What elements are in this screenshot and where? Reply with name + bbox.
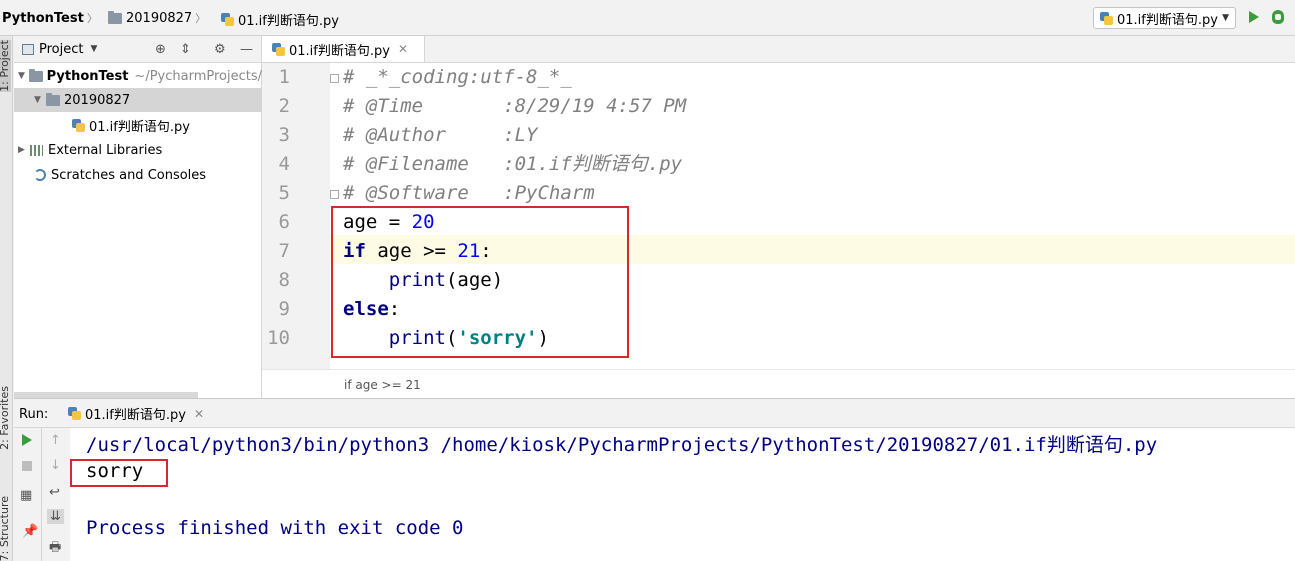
code-line-1: # _*_coding:utf-8_*_ [343, 66, 572, 88]
tree-node-project-root[interactable]: ▼ PythonTest ~/PycharmProjects/ [18, 64, 262, 88]
editor-breadcrumb[interactable]: if age >= 21 [344, 378, 421, 392]
breadcrumb-separator: 〉 [195, 12, 207, 25]
run-toolbar-secondary: ↑ ↓ ↩ ⇊ 🖶 [42, 428, 70, 561]
locate-target-icon[interactable]: ⊕ [155, 42, 166, 57]
run-console[interactable]: /usr/local/python3/bin/python3 /home/kio… [70, 428, 1295, 561]
tree-node-label: 20190827 [64, 92, 131, 108]
breadcrumb-separator: 〉 [86, 12, 98, 25]
scratches-icon [34, 169, 46, 181]
chevron-down-icon: ▼ [1222, 13, 1229, 23]
project-icon [22, 43, 34, 55]
output-highlight-box [70, 459, 168, 487]
editor-tab[interactable]: 01.if判断语句.py ✕ [262, 36, 425, 62]
console-line-command: /usr/local/python3/bin/python3 /home/kio… [86, 434, 1158, 456]
run-window-header: Run: 01.if判断语句.py ✕ [14, 398, 1295, 428]
gear-icon[interactable]: ⚙ [214, 42, 226, 57]
breadcrumb-folder-label: 20190827 [126, 10, 193, 26]
code-line-2: # @Time :8/29/19 4:57 PM [343, 95, 687, 117]
run-icon[interactable] [1249, 11, 1259, 23]
line-number: 8 [278, 269, 290, 291]
folder-icon [46, 92, 60, 106]
breadcrumb-file[interactable]: 01.if判断语句.py [221, 10, 339, 29]
breadcrumb-folder[interactable]: 20190827 〉 [108, 10, 209, 26]
soft-wrap-icon[interactable]: ↩ [49, 485, 60, 500]
fold-marker-icon[interactable] [330, 74, 339, 83]
line-number: 9 [278, 298, 290, 320]
run-window-label: Run: [19, 407, 49, 422]
folder-icon [29, 68, 43, 82]
stop-icon[interactable] [22, 461, 32, 471]
editor-tab-label: 01.if判断语句.py [289, 43, 390, 59]
code-line-3: # @Author :LY [343, 124, 538, 146]
run-configuration-select[interactable]: 01.if判断语句.py ▼ [1093, 7, 1236, 29]
run-tab[interactable]: 01.if判断语句.py ✕ [64, 399, 204, 428]
breadcrumb-file-label: 01.if判断语句.py [238, 14, 339, 29]
run-toolbar-primary: ▦ 📌 [14, 428, 42, 561]
tool-tab-structure[interactable]: 7: Structure [0, 496, 11, 561]
editor-breadcrumb-bar: if age >= 21 [262, 369, 1295, 398]
line-number: 6 [278, 211, 290, 233]
python-file-icon [72, 118, 85, 132]
python-file-icon [221, 13, 234, 26]
tool-tab-favorites[interactable]: 2: Favorites [0, 386, 11, 450]
tree-node-file[interactable]: 01.if判断语句.py [72, 113, 190, 137]
rerun-icon[interactable] [22, 434, 32, 446]
line-number: 1 [278, 66, 290, 88]
editor-tab-bar: 01.if判断语句.py ✕ [262, 36, 1295, 63]
tool-tab-project[interactable]: 1: Project [0, 40, 11, 92]
layout-icon[interactable]: ▦ [20, 488, 32, 503]
code-line-5: # @Software :PyCharm [343, 182, 595, 204]
python-file-icon [68, 407, 81, 420]
folder-icon [108, 10, 122, 24]
tree-node-label: 01.if判断语句.py [89, 119, 190, 135]
expanded-arrow-icon[interactable]: ▼ [18, 71, 29, 81]
tree-node-label: External Libraries [48, 142, 163, 158]
line-number: 3 [278, 124, 290, 146]
project-panel-header: Project ▼ ⊕ ⇕ ⚙ — [14, 36, 261, 63]
code-highlight-box [331, 206, 629, 358]
close-icon[interactable]: ✕ [398, 42, 408, 56]
run-tab-label: 01.if判断语句.py [85, 408, 186, 423]
expanded-arrow-icon[interactable]: ▼ [34, 95, 46, 105]
line-number: 7 [278, 240, 290, 262]
tree-node-path: ~/PycharmProjects/ [134, 68, 262, 84]
fold-marker-icon[interactable] [330, 190, 339, 199]
python-file-icon [272, 42, 285, 56]
close-icon[interactable]: ✕ [194, 407, 204, 421]
collapsed-arrow-icon[interactable]: ▶ [18, 145, 30, 155]
python-file-icon [1100, 11, 1113, 25]
navigation-bar: PythonTest 〉 20190827 〉 01.if判断语句.py 01.… [0, 0, 1295, 36]
tree-node-folder[interactable]: ▼ 20190827 [14, 88, 262, 112]
print-icon[interactable]: 🖶 [49, 538, 61, 560]
left-tool-strip: 1: Project 2: Favorites 7: Structure [0, 36, 13, 561]
breadcrumb-project-label: PythonTest [2, 10, 84, 26]
breadcrumb-project[interactable]: PythonTest 〉 [2, 10, 101, 26]
line-number: 2 [278, 95, 290, 117]
tree-node-scratches[interactable]: Scratches and Consoles [34, 163, 206, 187]
hide-panel-icon[interactable]: — [240, 42, 253, 57]
line-number: 10 [267, 327, 290, 349]
tree-node-label: PythonTest [46, 68, 129, 84]
chevron-down-icon[interactable]: ▼ [90, 44, 97, 54]
line-number: 4 [278, 153, 290, 175]
run-configuration-label: 01.if判断语句.py [1117, 12, 1218, 28]
scroll-to-end-icon[interactable]: ⇊ [47, 509, 64, 524]
console-line-exit: Process finished with exit code 0 [86, 517, 464, 539]
tree-node-label: Scratches and Consoles [51, 167, 207, 183]
debug-bug-icon[interactable] [1272, 10, 1284, 24]
line-number-gutter: 1 2 3 4 5 6 7 8 9 10 [262, 63, 339, 369]
tree-node-external-libraries[interactable]: ▶ External Libraries [18, 138, 162, 162]
collapse-expand-icon[interactable]: ⇕ [180, 42, 191, 57]
project-panel: Project ▼ ⊕ ⇕ ⚙ — ▼ PythonTest ~/Pycharm… [14, 36, 262, 398]
scroll-down-icon[interactable]: ↓ [50, 458, 61, 473]
scroll-up-icon[interactable]: ↑ [50, 433, 61, 448]
library-icon [30, 144, 43, 156]
line-number: 5 [278, 182, 290, 204]
pin-icon[interactable]: 📌 [22, 524, 38, 539]
project-panel-title[interactable]: Project [39, 42, 83, 57]
code-line-4: # @Filename :01.if判断语句.py [343, 153, 683, 175]
